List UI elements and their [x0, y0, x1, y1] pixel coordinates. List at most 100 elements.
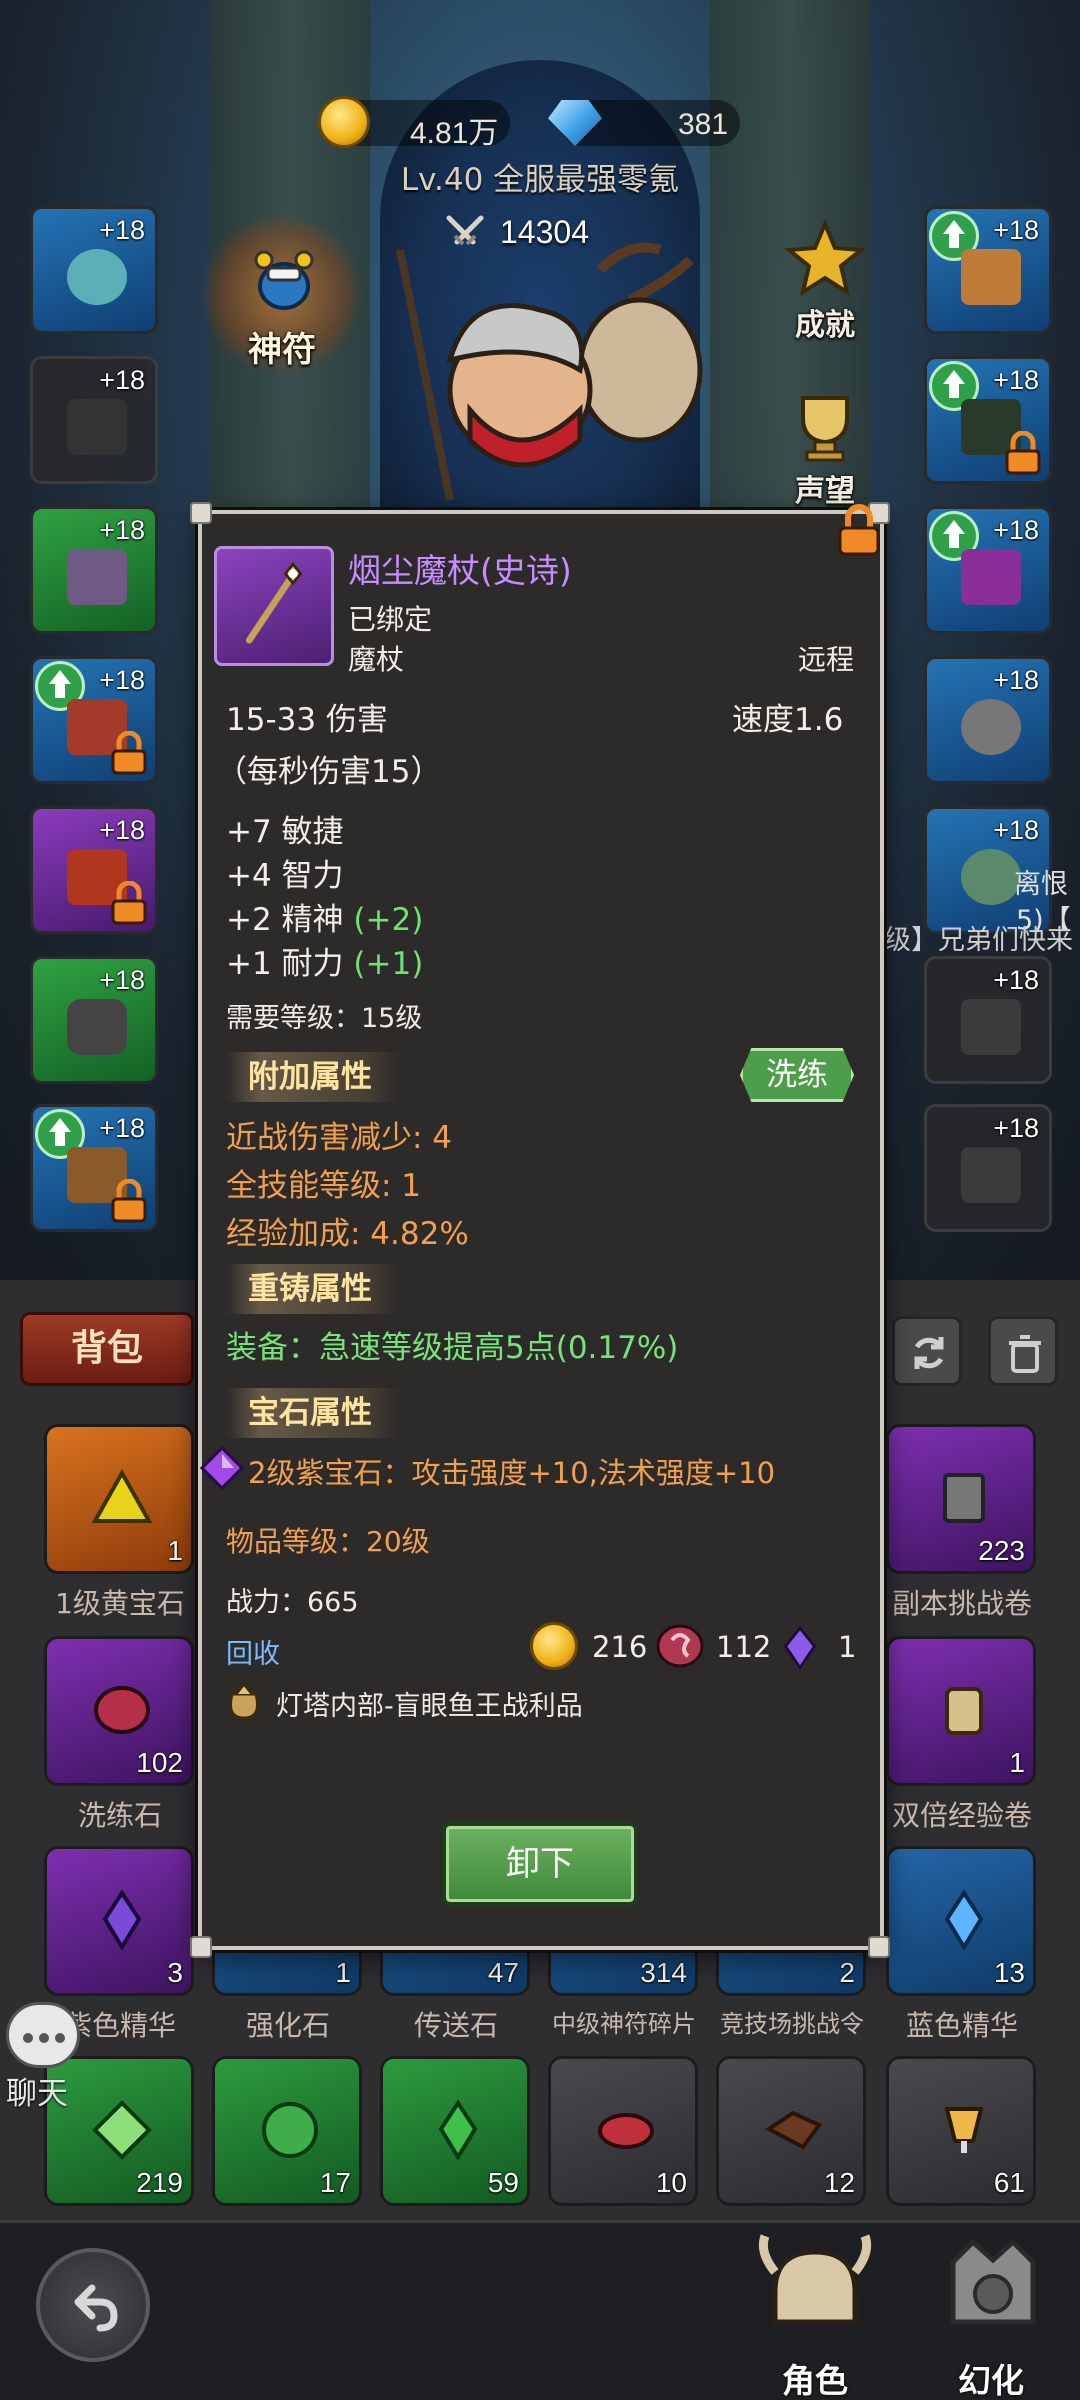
achievement-label: 成就 — [795, 308, 855, 343]
gold-coin-icon — [318, 96, 370, 148]
scroll-icon — [943, 1473, 985, 1523]
equip-slot-right-2[interactable]: +18 — [924, 356, 1052, 484]
equip-slot-right-3[interactable]: +18 — [924, 506, 1052, 634]
meat-icon — [598, 2113, 654, 2149]
chat-dot — [55, 2033, 65, 2043]
slot-enhance-level: +18 — [993, 365, 1039, 395]
sort-button[interactable] — [892, 1316, 962, 1386]
leather-icon — [765, 2110, 823, 2150]
recycle-link[interactable]: 回收 — [226, 1632, 280, 1671]
nav-character[interactable]: 角色 — [750, 2232, 880, 2400]
inventory-item-blue-essence[interactable]: 13 — [886, 1846, 1036, 1996]
equip-slot-right-7[interactable]: +18 — [924, 1104, 1052, 1232]
lock-icon — [1005, 431, 1041, 475]
bag-tab[interactable]: 背包 — [20, 1312, 194, 1386]
slot-enhance-level: +18 — [993, 665, 1039, 695]
item-lock-toggle-icon[interactable] — [836, 504, 882, 556]
discard-button[interactable] — [988, 1316, 1058, 1386]
viking-helmet-icon — [758, 2234, 872, 2325]
gold-coin-icon — [530, 1622, 578, 1670]
ring-icon — [961, 849, 1021, 905]
slot-enhance-level: +18 — [99, 1113, 145, 1143]
item-count: 1 — [1009, 1747, 1025, 1778]
scroll-bundle-icon — [945, 1687, 983, 1735]
inventory-item-double-exp[interactable]: 1 — [886, 1636, 1036, 1786]
inventory-item-green-orb[interactable]: 17 — [212, 2056, 362, 2206]
item-count: 1 — [335, 1957, 351, 1988]
reforge-attributes-header: 重铸属性 — [226, 1264, 400, 1314]
item-count: 13 — [993, 1957, 1025, 1988]
slot-enhance-level: +18 — [993, 215, 1039, 245]
rune-button[interactable]: 神符 — [202, 214, 362, 384]
stat-text: +7 敏捷 — [226, 814, 344, 850]
item-name: 烟尘魔杖(史诗) — [348, 551, 572, 590]
panel-corner — [190, 502, 212, 524]
item-count: 10 — [655, 2167, 687, 2198]
hero-character — [396, 242, 703, 501]
reroll-button[interactable]: 洗练 — [740, 1048, 854, 1102]
slot-enhance-level: +18 — [993, 1113, 1039, 1143]
stat-bonus: (+1) — [353, 946, 424, 982]
inventory-item-potion[interactable]: 61 — [886, 2056, 1036, 2206]
chat-dot — [23, 2033, 33, 2043]
item-stat: +2 精神 (+2) — [226, 894, 423, 939]
inventory-item-yellow-gem[interactable]: 1 — [44, 1424, 194, 1574]
equip-slot-left-1[interactable]: +18 — [30, 206, 158, 334]
slot-enhance-level: +18 — [99, 515, 145, 545]
extra-attribute: 全技能等级: 1 — [226, 1168, 422, 1204]
unequip-button[interactable]: 卸下 — [442, 1822, 638, 1906]
inventory-item-purple-essence[interactable]: 3 — [44, 1846, 194, 1996]
loot-bag-icon — [229, 1681, 259, 1720]
inventory-item-leather[interactable]: 12 — [716, 2056, 866, 2206]
stat-bonus: (+2) — [353, 902, 424, 938]
nav-transform[interactable]: 幻化 — [928, 2232, 1058, 2400]
back-button[interactable] — [36, 2248, 150, 2362]
back-arrow-icon — [74, 2284, 118, 2332]
inventory-item-meat[interactable]: 10 — [548, 2056, 698, 2206]
item-count: 219 — [136, 2167, 183, 2198]
trophy-icon — [801, 396, 849, 462]
equip-slot-right-4[interactable]: +18 — [924, 656, 1052, 784]
diamond-amount: 381 — [678, 108, 729, 141]
equip-slot-left-5[interactable]: +18 — [30, 806, 158, 934]
item-count: 59 — [487, 2167, 519, 2198]
bg-chat-line-1: 离恨 — [1014, 869, 1068, 900]
wand-icon — [245, 561, 303, 644]
item-count: 102 — [136, 1747, 183, 1778]
equip-slot-left-3[interactable]: +18 — [30, 506, 158, 634]
item-name: 1级黄宝石 — [55, 1587, 185, 1620]
inventory-item-reroll-stone[interactable]: 102 — [44, 1636, 194, 1786]
extra-attributes-header: 附加属性 — [226, 1052, 400, 1102]
item-damage: 15-33 伤害 — [226, 702, 388, 738]
item-power: 战力：665 — [226, 1587, 359, 1618]
equip-slot-left-4[interactable]: +18 — [30, 656, 158, 784]
lock-icon — [111, 731, 147, 775]
item-name: 副本挑战卷 — [891, 1587, 1032, 1620]
inventory-item-green-crystal[interactable]: 59 — [380, 2056, 530, 2206]
item-bound-status: 已绑定 — [348, 603, 433, 636]
equip-slot-left-6[interactable]: +18 — [30, 956, 158, 1084]
recycle-crystal-amount: 1 — [838, 1630, 857, 1664]
slot-enhance-level: +18 — [99, 965, 145, 995]
item-name: 传送石 — [413, 2009, 498, 2042]
inventory-item-dungeon-scroll[interactable]: 223 — [886, 1424, 1036, 1574]
star-badge-icon — [785, 218, 865, 297]
pet-silhouette-icon — [961, 999, 1021, 1055]
green-gem-icon — [92, 2100, 152, 2160]
chat-button[interactable] — [6, 2002, 80, 2068]
equip-slot-right-6[interactable]: +18 — [924, 956, 1052, 1084]
item-stat: +1 耐力 (+1) — [226, 938, 423, 983]
recycle-stone-amount: 112 — [716, 1630, 772, 1664]
equip-slot-left-7[interactable]: +18 — [30, 1104, 158, 1232]
purple-gem-icon — [200, 1446, 244, 1490]
equip-slot-left-2[interactable]: +18 — [30, 356, 158, 484]
reforge-attribute: 装备：急速等级提高5点(0.17%) — [226, 1330, 679, 1366]
item-count: 2 — [839, 1957, 855, 1988]
item-count: 47 — [487, 1957, 519, 1988]
item-name: 竞技场挑战令 — [720, 2010, 864, 2038]
slot-enhance-level: +18 — [993, 815, 1039, 845]
blue-crystal-icon — [944, 1889, 984, 1951]
equip-slot-right-1[interactable]: +18 — [924, 206, 1052, 334]
item-stat: +7 敏捷 — [226, 806, 344, 851]
panel-corner — [868, 1936, 890, 1958]
